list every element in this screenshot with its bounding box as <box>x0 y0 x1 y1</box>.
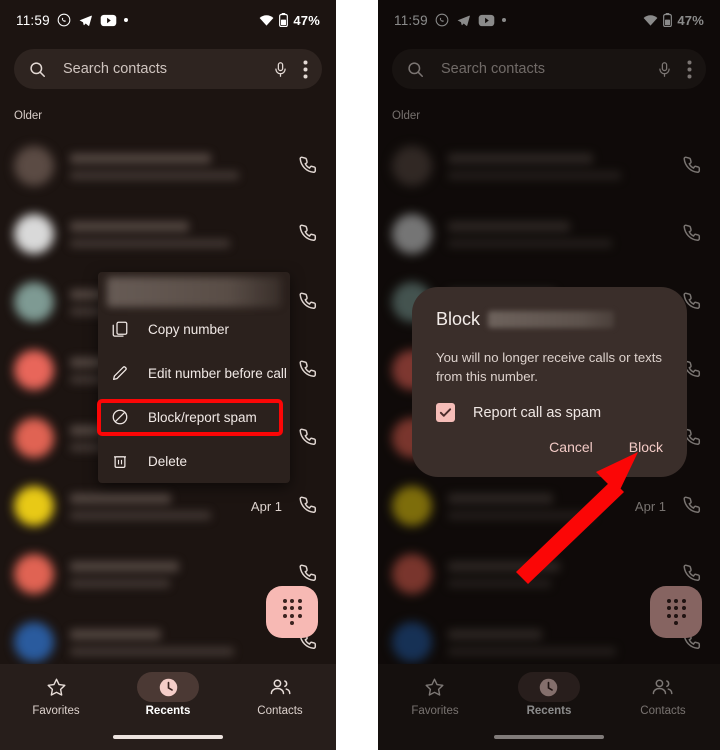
menu-item-block-report-spam[interactable]: Block/report spam <box>98 395 290 439</box>
dialpad-icon <box>282 598 302 626</box>
cancel-button[interactable]: Cancel <box>549 439 593 455</box>
tab-label: Recents <box>145 705 191 717</box>
tab-label: Favorites <box>32 705 80 717</box>
report-spam-checkbox[interactable] <box>436 403 455 423</box>
menu-item-copy-number[interactable]: Copy number <box>98 307 290 351</box>
contacts-icon <box>270 678 291 694</box>
bottom-navigation-left: Favorites Recents Contacts <box>0 664 336 750</box>
table-row[interactable] <box>0 200 336 268</box>
pencil-icon <box>111 364 130 383</box>
block-dialog: Block You will no longer receive calls o… <box>412 287 687 477</box>
dialog-title-row: Block <box>436 309 663 330</box>
dot-icon <box>123 18 128 22</box>
dialog-title: Block <box>436 309 481 329</box>
contacts-pill <box>249 672 311 702</box>
screenshot-stage: 11:59 47% Search contacts Older Apr 1 Fa… <box>0 0 720 750</box>
menu-item-delete[interactable]: Delete <box>98 439 290 483</box>
menu-item-label: Edit number before call <box>148 365 287 381</box>
tab-contacts[interactable]: Contacts <box>225 672 336 717</box>
microphone-icon[interactable] <box>272 61 289 78</box>
redacted-number-header <box>107 277 281 307</box>
section-label-older: Older <box>14 110 43 122</box>
row-text <box>70 492 251 520</box>
block-button[interactable]: Block <box>629 439 663 455</box>
row-text <box>70 628 298 656</box>
call-back-icon[interactable] <box>298 426 322 450</box>
redacted-number <box>488 311 615 328</box>
tab-recents[interactable]: Recents <box>113 672 224 717</box>
call-back-icon[interactable] <box>298 358 322 382</box>
row-date: Apr 1 <box>250 498 282 514</box>
dialog-body-text: You will no longer receive calls or text… <box>436 350 663 385</box>
whatsapp-icon <box>57 13 71 27</box>
block-icon <box>111 408 130 427</box>
avatar <box>14 418 54 458</box>
more-vert-icon[interactable] <box>303 60 308 79</box>
context-menu: Copy number Edit number before call Bloc… <box>98 272 290 483</box>
avatar <box>14 282 54 322</box>
menu-item-label: Block/report spam <box>148 409 257 425</box>
avatar <box>14 350 54 390</box>
call-back-icon[interactable] <box>298 562 322 586</box>
home-indicator <box>113 735 223 739</box>
row-text <box>70 220 298 248</box>
call-back-icon[interactable] <box>298 290 322 314</box>
avatar <box>14 486 54 526</box>
status-right-group: 47% <box>259 13 320 28</box>
youtube-icon <box>100 14 117 27</box>
call-back-icon[interactable] <box>298 494 322 518</box>
phone-screen-right: 11:59 47% Search contacts Older Apr 1 Fa… <box>378 0 720 750</box>
telegram-icon <box>78 13 93 28</box>
battery-icon <box>279 13 289 28</box>
search-input[interactable]: Search contacts <box>63 61 272 77</box>
checkmark-icon <box>439 408 452 418</box>
search-bar[interactable]: Search contacts <box>14 49 322 89</box>
battery-percent: 47% <box>293 12 320 28</box>
status-left-group: 11:59 <box>16 13 128 28</box>
menu-item-edit-number-before-call[interactable]: Edit number before call <box>98 351 290 395</box>
clock-icon <box>159 678 177 696</box>
avatar <box>14 214 54 254</box>
status-bar-left: 11:59 47% <box>0 0 336 40</box>
search-icon <box>28 60 47 79</box>
call-back-icon[interactable] <box>298 154 322 178</box>
avatar <box>14 146 54 186</box>
menu-item-label: Copy number <box>148 321 230 337</box>
row-text <box>70 560 298 588</box>
menu-item-label: Delete <box>148 453 188 469</box>
recents-pill <box>137 672 199 702</box>
tab-label: Contacts <box>257 705 303 717</box>
trash-icon <box>111 452 130 471</box>
dialog-actions: Cancel Block <box>436 439 663 455</box>
copy-icon <box>111 320 130 339</box>
avatar <box>14 622 54 662</box>
status-time: 11:59 <box>16 12 50 28</box>
report-spam-row[interactable]: Report call as spam <box>436 403 663 423</box>
tab-favorites[interactable]: Favorites <box>1 672 112 717</box>
report-spam-label: Report call as spam <box>473 404 602 421</box>
avatar <box>14 554 54 594</box>
search-actions <box>272 60 308 79</box>
table-row[interactable] <box>0 132 336 200</box>
row-text <box>70 152 298 180</box>
wifi-icon <box>259 14 274 26</box>
favorites-pill <box>25 672 87 702</box>
dialpad-fab[interactable] <box>266 586 318 638</box>
phone-screen-left: 11:59 47% Search contacts Older Apr 1 Fa… <box>0 0 336 750</box>
star-icon <box>46 678 66 696</box>
call-back-icon[interactable] <box>298 222 322 246</box>
